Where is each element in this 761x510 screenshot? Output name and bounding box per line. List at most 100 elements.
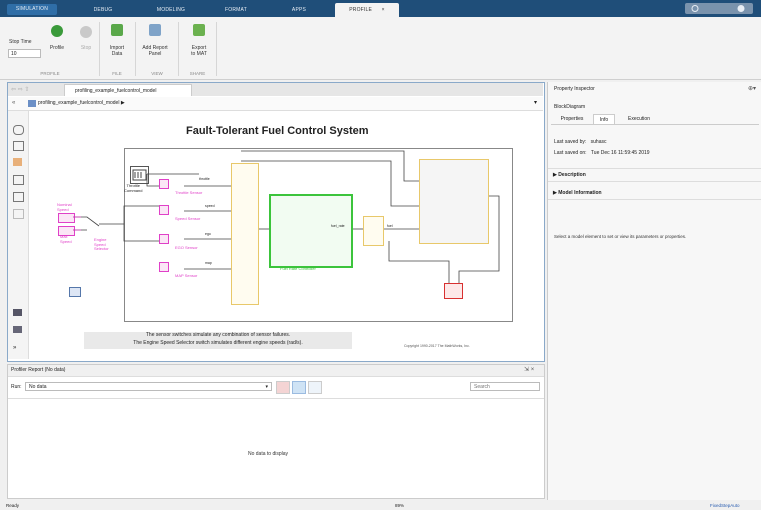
breadcrumb-path[interactable]: profiling_example_fuelcontrol_model ▶ [38, 100, 125, 106]
status-text: Ready [6, 503, 20, 508]
nav-back-icon[interactable]: ⇦ ⇨ ⇧ [11, 86, 29, 93]
add-report-panel-button[interactable]: Add Report Panel [136, 45, 174, 57]
section-model-info-label: Model Information [558, 190, 602, 196]
stop-time-field[interactable]: 10 [8, 49, 41, 58]
fuel-rate-controller-block[interactable] [269, 194, 353, 268]
run-select-value: No data [29, 384, 47, 390]
last-saved-by-label: Last saved by: [554, 139, 587, 145]
section-model-information[interactable]: ▶ Model Information [548, 187, 761, 200]
ribbon: Stop Time 10 Profile Stop Import Data Ad… [0, 17, 761, 80]
expand-arrow-icon: ▶ [553, 190, 557, 196]
model-tab[interactable]: profiling_example_fuelcontrol_model [64, 84, 192, 96]
tab-modeling[interactable]: MODELING [146, 3, 196, 17]
export-to-mat-button[interactable]: Export to MAT [183, 45, 215, 57]
clear-icon[interactable] [276, 381, 290, 394]
image-icon[interactable] [13, 175, 24, 185]
ribbon-divider [216, 22, 217, 76]
editor-palette: » [8, 111, 29, 359]
last-saved-on-value: Tue Dec 16 11:59:45 2019 [590, 150, 650, 156]
model-icon [28, 100, 36, 107]
sensor-bus-block[interactable] [231, 163, 259, 305]
search-input[interactable] [685, 3, 753, 14]
copyright-text: Copyright 1990-2017 The MathWorks, Inc. [404, 344, 470, 348]
profile-icon[interactable] [51, 25, 63, 37]
import-data-button[interactable]: Import Data [102, 45, 132, 57]
engine-gas-dynamics-block[interactable] [419, 159, 489, 244]
ribbon-divider [178, 22, 179, 76]
tab-simulation[interactable]: SIMULATION [7, 4, 57, 15]
tab-apps[interactable]: APPS [281, 3, 317, 17]
profiler-search-input[interactable] [470, 382, 540, 391]
status-bar: Ready 89% FixedStepAuto [0, 500, 761, 510]
toolstrip-tabs: SIMULATION DEBUG MODELING FORMAT APPS PR… [0, 0, 761, 17]
zoom-icon[interactable] [13, 125, 24, 135]
chevron-down-icon: ▾ [265, 384, 268, 390]
profiler-title: Profiler Report (No data) [11, 367, 66, 373]
last-saved-on: Last saved on: Tue Dec 16 11:59:45 2019 [554, 150, 650, 156]
camera-icon[interactable] [13, 309, 22, 316]
ego-switch[interactable] [159, 234, 169, 244]
run-label: Run: [11, 384, 22, 390]
panel-close-icon[interactable]: ⇲ × [524, 366, 534, 373]
throttle-sensor-label: Throttle Sensor [175, 190, 203, 195]
map-port: map [205, 261, 212, 265]
run-select[interactable]: No data ▾ [25, 382, 272, 391]
checkbox-icon[interactable] [13, 209, 24, 219]
converter-block[interactable] [363, 216, 384, 246]
group-profile: PROFILE [40, 71, 60, 76]
chevron-down-icon[interactable]: ▾ [534, 99, 537, 106]
export-icon [193, 24, 205, 36]
add-report-icon [149, 24, 161, 36]
last-saved-by: Last saved by: suhasc [554, 139, 606, 145]
diagram-canvas[interactable]: Fault-Tolerant Fuel Control System Throt… [29, 111, 543, 359]
map-sensor-label: MAP Sensor [175, 273, 198, 278]
area-icon[interactable] [13, 192, 24, 202]
expand-icon[interactable]: » [13, 345, 16, 351]
map-switch[interactable] [159, 262, 169, 272]
ribbon-divider [99, 22, 100, 76]
speed-switch[interactable] [159, 205, 169, 215]
breadcrumb: « profiling_example_fuelcontrol_model ▶ … [8, 97, 543, 111]
scope-block[interactable] [444, 283, 463, 299]
annotation-icon[interactable] [13, 158, 22, 166]
close-icon[interactable]: × [382, 7, 385, 13]
profiler-report-panel: Profiler Report (No data) ⇲ × Run: No da… [7, 364, 545, 499]
stop-icon [80, 26, 92, 38]
ribbon-divider [135, 22, 136, 76]
table-view-icon[interactable] [292, 381, 306, 394]
ego-port: ego [205, 232, 211, 236]
pi-hint: Select a model element to set or view it… [554, 234, 687, 239]
tab-info[interactable]: Info [593, 114, 615, 124]
stop-button[interactable]: Stop [74, 45, 98, 51]
stop-time-label: Stop Time [9, 39, 32, 45]
help-icon [691, 5, 745, 12]
property-inspector: Property Inspector ⊕▾ BlockDiagram Prope… [547, 82, 761, 510]
info-block[interactable] [69, 287, 81, 297]
profile-button[interactable]: Profile [44, 45, 70, 51]
fit-view-icon[interactable] [13, 141, 24, 151]
tab-profile[interactable]: PROFILE × [335, 3, 399, 17]
tab-execution[interactable]: Execution [619, 114, 659, 124]
group-share: SHARE [189, 71, 206, 76]
hide-explorer-icon[interactable]: « [12, 100, 15, 106]
tab-debug[interactable]: DEBUG [83, 3, 123, 17]
last-saved-on-label: Last saved on: [554, 150, 587, 156]
section-description[interactable]: ▶ Description [548, 168, 761, 182]
solver-link[interactable]: FixedStepAuto [710, 503, 740, 508]
ego-sensor-label: EGO Sensor [175, 245, 198, 250]
pi-title: Property Inspector [554, 86, 595, 92]
profiler-header: Profiler Report (No data) ⇲ × [8, 365, 544, 377]
tab-properties[interactable]: Properties [553, 114, 591, 124]
section-description-label: Description [558, 172, 586, 178]
pi-menu-icon[interactable]: ⊕▾ [748, 85, 756, 92]
fuel-rate-port: fuel_rate [331, 224, 345, 228]
profiler-results-area: No data to display [8, 398, 544, 499]
explorer-icon[interactable] [13, 326, 22, 333]
import-data-label-2: Data [111, 51, 123, 57]
tab-profile-label: PROFILE [349, 7, 373, 13]
throttle-switch[interactable] [159, 179, 169, 189]
group-file: FILE [112, 71, 122, 76]
tab-format[interactable]: FORMAT [214, 3, 258, 17]
tree-view-icon[interactable] [308, 381, 322, 394]
pi-object-name: BlockDiagram [554, 104, 586, 110]
